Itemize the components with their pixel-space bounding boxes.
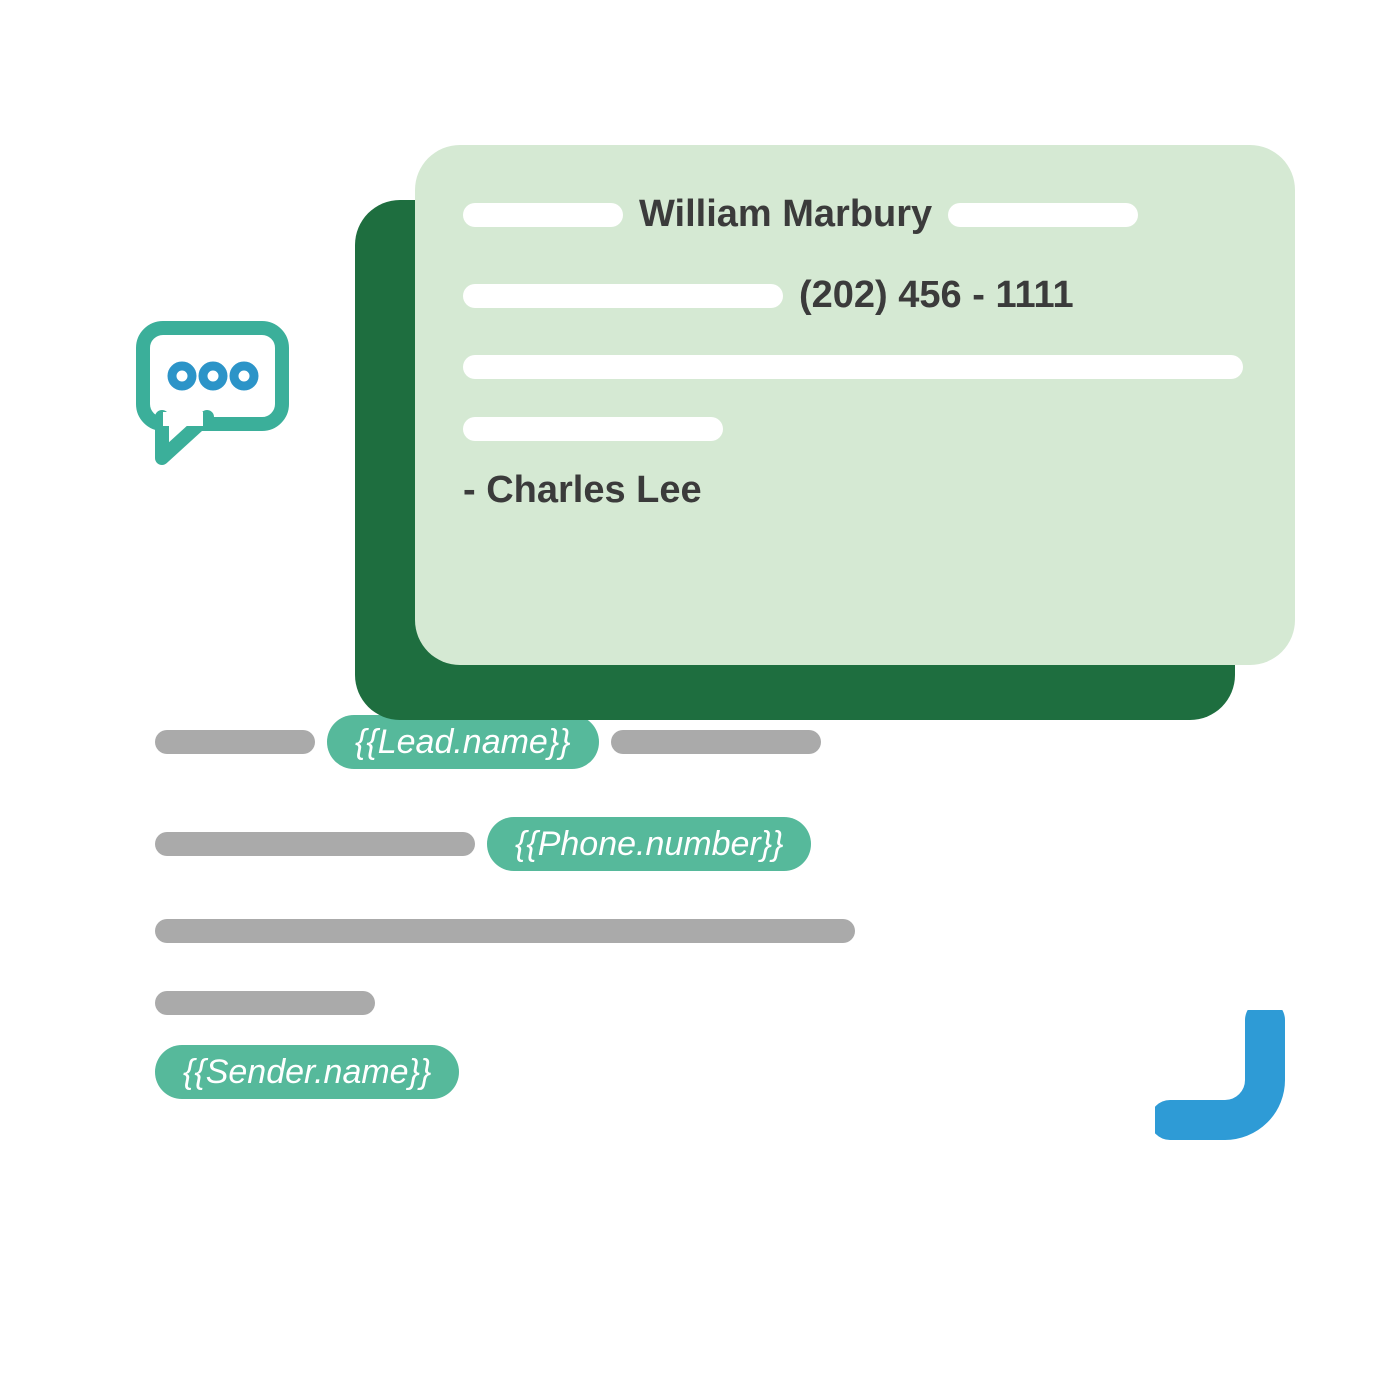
card-row bbox=[463, 355, 1247, 379]
template-row: {{Sender.name}} bbox=[155, 1045, 925, 1099]
placeholder-bar bbox=[155, 919, 855, 943]
template-lines: {{Lead.name}} {{Phone.number}} {{Sender.… bbox=[155, 715, 925, 1147]
placeholder-bar bbox=[155, 832, 475, 856]
lead-name-value: William Marbury bbox=[639, 193, 932, 236]
placeholder-bar bbox=[463, 203, 623, 227]
signature-prefix: - bbox=[463, 469, 486, 511]
sender-name-value: Charles Lee bbox=[486, 469, 701, 511]
template-row bbox=[155, 991, 925, 1015]
card-row: William Marbury bbox=[463, 193, 1247, 236]
illustration-canvas: {{Lead.name}} {{Phone.number}} {{Sender.… bbox=[135, 145, 1255, 1265]
chat-bubble-icon bbox=[135, 320, 290, 465]
template-row: {{Phone.number}} bbox=[155, 817, 925, 871]
token-sender-name: {{Sender.name}} bbox=[155, 1045, 459, 1099]
placeholder-bar bbox=[463, 284, 783, 308]
phone-value: (202) 456 - 1111 bbox=[799, 274, 1074, 317]
placeholder-bar bbox=[948, 203, 1138, 227]
token-lead-name: {{Lead.name}} bbox=[327, 715, 599, 769]
message-card-front: William Marbury (202) 456 - 1111 - Charl… bbox=[415, 145, 1295, 665]
placeholder-bar bbox=[155, 991, 375, 1015]
placeholder-bar bbox=[611, 730, 821, 754]
placeholder-bar bbox=[155, 730, 315, 754]
placeholder-bar bbox=[463, 417, 723, 441]
template-row: {{Lead.name}} bbox=[155, 715, 925, 769]
blue-j-decoration bbox=[1155, 1010, 1285, 1140]
token-phone-number: {{Phone.number}} bbox=[487, 817, 811, 871]
template-row bbox=[155, 919, 925, 943]
card-row bbox=[463, 417, 1247, 441]
signature-line: - Charles Lee bbox=[463, 469, 1247, 512]
card-row: (202) 456 - 1111 bbox=[463, 274, 1247, 317]
placeholder-bar bbox=[463, 355, 1243, 379]
